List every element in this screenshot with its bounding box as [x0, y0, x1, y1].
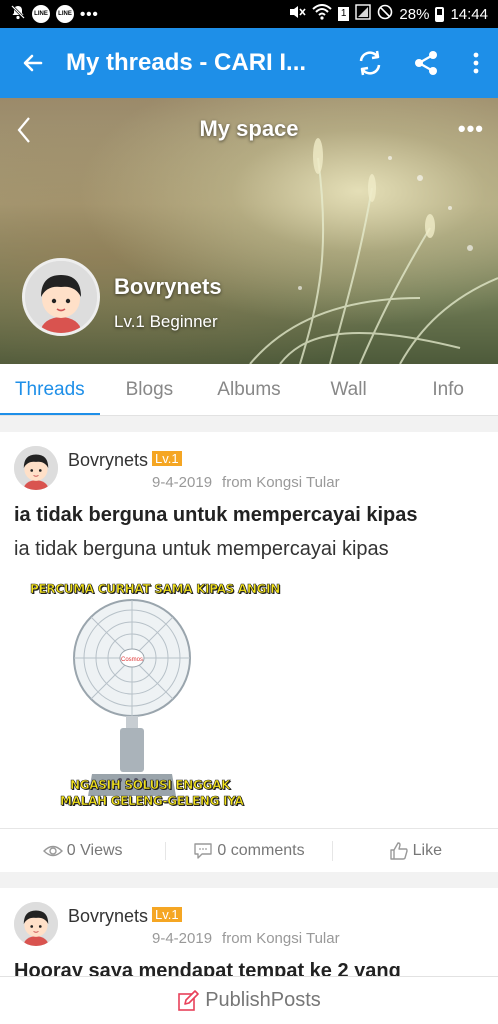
- line-app-icon: LINE: [56, 5, 74, 23]
- share-icon: [415, 51, 437, 75]
- arrow-left-icon: [23, 54, 43, 72]
- post-title[interactable]: Hooray saya mendapat tempat ke 2 yang: [14, 960, 401, 976]
- level-badge: Lv.1: [152, 907, 182, 922]
- banner-more-button[interactable]: •••: [458, 116, 484, 142]
- author-name[interactable]: Bovrynets Lv.1: [68, 906, 182, 927]
- post-header: Bovrynets Lv.1 9-4-2019 from Kongsi Tular: [0, 888, 498, 948]
- overflow-menu-button[interactable]: [454, 52, 498, 74]
- wifi-icon: [312, 4, 332, 24]
- vibrate-mute-icon: [288, 5, 306, 23]
- post-date: 9-4-2019: [152, 930, 213, 947]
- refresh-icon: [359, 50, 381, 76]
- post-card[interactable]: Bovrynets Lv.1 9-4-2019 from Kongsi Tular …: [0, 888, 498, 976]
- signal-icon: [355, 4, 372, 24]
- author-name-text: Bovrynets: [68, 906, 149, 926]
- tab-wall[interactable]: Wall: [299, 364, 399, 415]
- comment-icon: [194, 842, 213, 859]
- tab-threads[interactable]: Threads: [0, 364, 100, 415]
- post-source: from Kongsi Tular: [222, 474, 340, 491]
- eye-icon: [42, 845, 63, 856]
- banner-title: My space: [199, 116, 299, 141]
- post-header: Bovrynets Lv.1 9-4-2019 from Kongsi Tular: [0, 432, 498, 492]
- post-title[interactable]: ia tidak berguna untuk mempercayai kipas: [14, 504, 417, 527]
- svg-text:Cosmos: Cosmos: [121, 657, 143, 663]
- battery-icon: [435, 6, 445, 22]
- image-caption-top: PERCUMA CURHAT SAMA KIPAS ANGIN: [30, 582, 281, 597]
- clock: 14:44: [450, 5, 488, 23]
- app-bar: My threads - CARI I...: [0, 28, 498, 98]
- image-caption-bottom-1: NGASIH SOLUSI ENGGAK: [70, 778, 231, 793]
- author-name[interactable]: Bovrynets Lv.1: [68, 450, 182, 471]
- dnd-icon: [377, 4, 393, 24]
- post-actions: 0 Views 0 comments Like: [0, 828, 498, 872]
- tab-albums[interactable]: Albums: [199, 364, 299, 415]
- level-badge: Lv.1: [152, 451, 182, 466]
- post-source: from Kongsi Tular: [222, 930, 340, 947]
- battery-percent: 28%: [399, 5, 430, 23]
- edit-icon: [178, 989, 199, 1011]
- publish-posts-label: PublishPosts: [205, 989, 321, 1011]
- post-body: ia tidak berguna untuk mempercayai kipas: [14, 538, 389, 560]
- mute-icon: [10, 4, 26, 24]
- profile-level: Lv.1 Beginner: [114, 312, 218, 331]
- comments-button[interactable]: 0 comments: [165, 841, 331, 860]
- like-button[interactable]: Like: [331, 840, 498, 861]
- post-image[interactable]: Cosmos PERCUMA CURHAT SAMA KIPAS ANGIN N…: [16, 574, 281, 828]
- share-button[interactable]: [398, 49, 454, 77]
- profile-tabs: Threads Blogs Albums Wall Info: [0, 364, 498, 416]
- post-date: 9-4-2019: [152, 474, 213, 491]
- page-title: My threads - CARI I...: [66, 49, 307, 76]
- comments-label: 0 comments: [217, 841, 305, 859]
- author-avatar[interactable]: [14, 902, 58, 946]
- profile-avatar[interactable]: [22, 258, 100, 336]
- post-meta: 9-4-2019 from Kongsi Tular: [152, 930, 340, 947]
- profile-username: Bovrynets: [114, 274, 222, 299]
- author-name-text: Bovrynets: [68, 450, 149, 470]
- thumbs-up-icon: [389, 841, 408, 860]
- sim-badge: 1: [337, 7, 350, 21]
- tab-info[interactable]: Info: [398, 364, 498, 415]
- image-caption-bottom-2: MALAH GELENG-GELENG IYA: [60, 794, 244, 809]
- back-button[interactable]: [0, 51, 66, 75]
- line-app-icon: LINE: [32, 5, 50, 23]
- refresh-button[interactable]: [342, 48, 398, 78]
- profile-banner: My space ••• Bovrynets Lv.1 Beginner: [0, 98, 498, 364]
- notification-overflow: •••: [80, 5, 99, 23]
- status-bar: LINE LINE ••• 1 28% 14:44: [0, 0, 498, 28]
- publish-posts-button[interactable]: PublishPosts: [0, 976, 498, 1024]
- post-meta: 9-4-2019 from Kongsi Tular: [152, 474, 340, 491]
- views-count: 0 Views: [0, 842, 165, 860]
- author-avatar[interactable]: [14, 446, 58, 490]
- more-vertical-icon: [473, 52, 479, 74]
- like-label: Like: [412, 841, 442, 859]
- tab-blogs[interactable]: Blogs: [100, 364, 200, 415]
- views-label: 0 Views: [66, 841, 123, 859]
- post-card[interactable]: Bovrynets Lv.1 9-4-2019 from Kongsi Tular …: [0, 432, 498, 872]
